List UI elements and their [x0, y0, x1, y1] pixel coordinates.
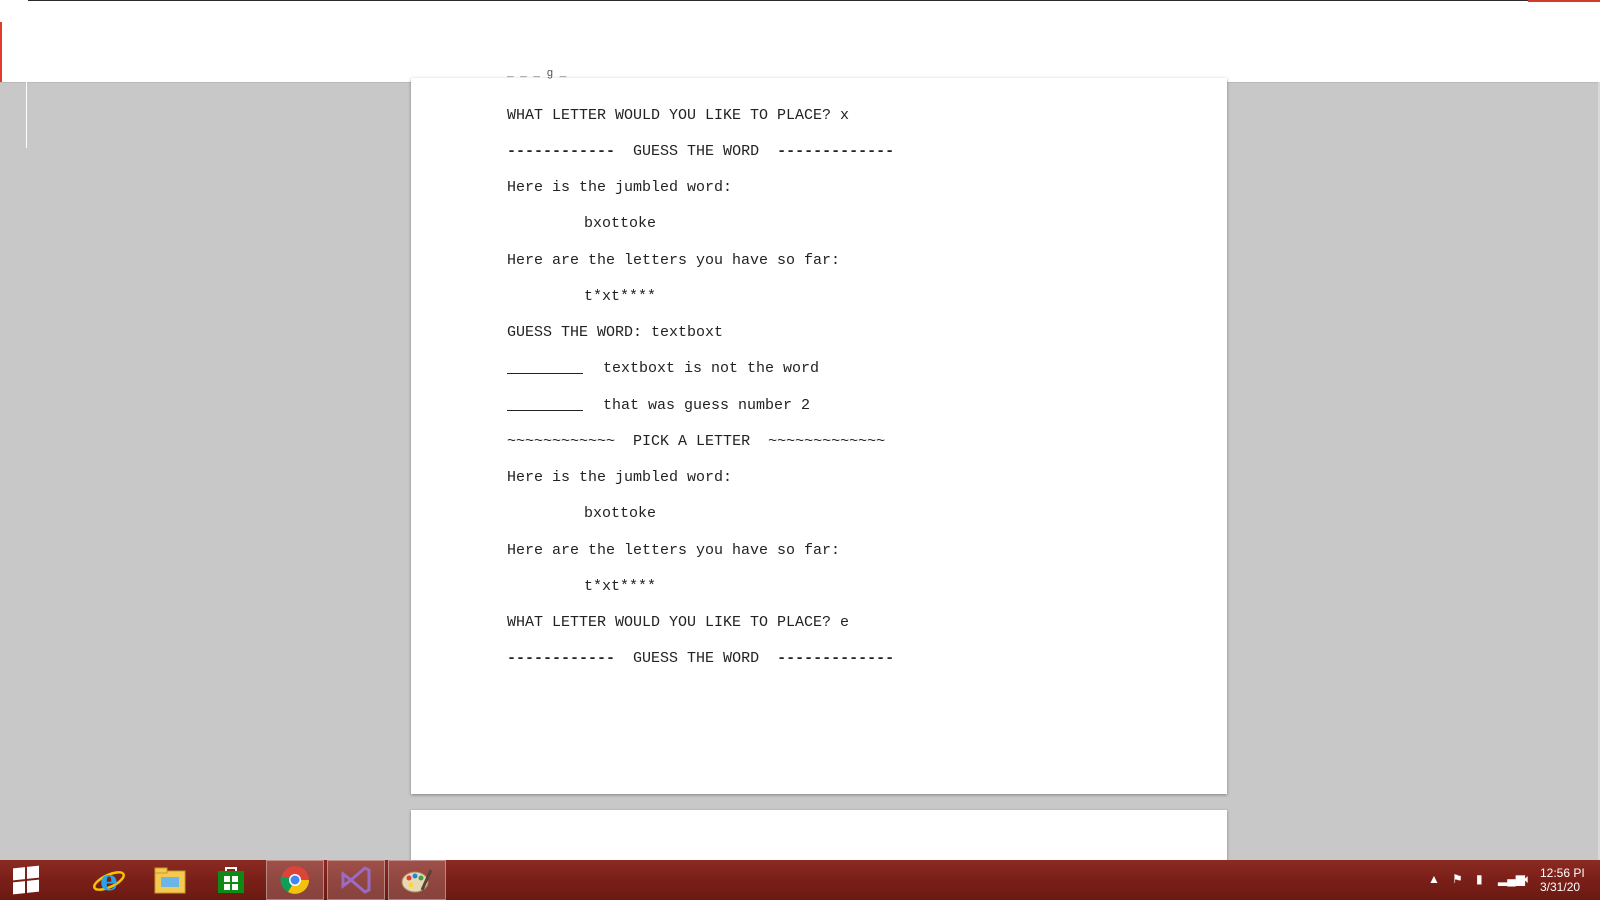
clock[interactable]: 12:56 PI 3/31/20	[1540, 866, 1600, 894]
windows-logo-icon	[13, 865, 39, 895]
internet-explorer-icon: e	[93, 864, 125, 897]
text-line: Here is the jumbled word:	[507, 469, 733, 486]
file-explorer-icon	[154, 867, 186, 894]
clock-date: 3/31/20	[1540, 880, 1581, 894]
text-line: Here are the letters you have so far:	[507, 542, 841, 559]
prompt-line: WHAT LETTER WOULD YOU LIKE TO PLACE? e	[507, 614, 850, 631]
document-page[interactable]: _ _ _ g _ WHAT LETTER WOULD YOU LIKE TO …	[411, 68, 1227, 794]
battery-icon[interactable]: ▮	[1476, 872, 1483, 886]
jumbled-word: bxottoke	[584, 505, 657, 522]
internet-explorer-button[interactable]: e	[80, 860, 138, 900]
jumbled-word: bxottoke	[584, 215, 657, 232]
document-page-next[interactable]	[411, 810, 1227, 862]
section-title: GUESS THE WORD	[633, 143, 760, 160]
text-line: Here is the jumbled word:	[507, 179, 733, 196]
tilde-left: ~~~~~~~~~~~~	[507, 433, 616, 450]
paint-icon	[401, 869, 433, 893]
app-top-bar	[0, 0, 1600, 83]
visual-studio-icon	[341, 866, 371, 894]
action-center-flag-icon[interactable]: ⚑	[1452, 872, 1463, 886]
partial-line: _ _ _ g _	[507, 68, 567, 80]
volume-icon[interactable]: 🔈︎	[1524, 872, 1531, 887]
tilde-right: ~~~~~~~~~~~~~	[768, 433, 886, 450]
side-divider	[26, 82, 27, 148]
chrome-icon	[280, 866, 309, 894]
section-header: ------------ GUESS THE WORD ------------…	[507, 142, 894, 162]
store-button[interactable]	[202, 860, 260, 900]
dash-right: -------------	[777, 650, 895, 667]
result-line: that was guess number 2	[507, 396, 810, 416]
network-signal-icon[interactable]: ▂▄▆	[1498, 872, 1525, 886]
section-header: ~~~~~~~~~~~~ PICK A LETTER ~~~~~~~~~~~~~	[507, 432, 885, 452]
store-icon	[218, 867, 244, 893]
underline-blank	[507, 396, 583, 411]
show-hidden-icons-icon[interactable]: ▲	[1428, 872, 1440, 886]
system-tray: ▲ ⚑ ▮ ▂▄▆ 🔈︎ 12:56 PI 3/31/20	[1380, 860, 1600, 900]
guess-line: GUESS THE WORD: textboxt	[507, 324, 724, 341]
section-title: GUESS THE WORD	[633, 650, 760, 667]
result-line: textboxt is not the word	[507, 359, 819, 379]
section-header: ------------ GUESS THE WORD ------------…	[507, 649, 894, 669]
visual-studio-button[interactable]	[327, 860, 385, 900]
red-top-accent	[1528, 0, 1600, 2]
result-text: that was guess number 2	[603, 397, 811, 414]
section-title: PICK A LETTER	[633, 433, 751, 450]
top-border-line	[28, 0, 1600, 1]
paint-button[interactable]	[388, 860, 446, 900]
underline-blank	[507, 359, 583, 374]
text-line: Here are the letters you have so far:	[507, 252, 841, 269]
prompt-line: WHAT LETTER WOULD YOU LIKE TO PLACE? x	[507, 107, 850, 124]
taskbar: e ▲ ⚑ ▮ ▂▄▆ 🔈︎ 12:56 PI 3/31/20	[0, 860, 1600, 900]
progress-word: t*xt****	[584, 578, 657, 595]
svg-text:e: e	[100, 864, 118, 897]
dash-left: ------------	[507, 143, 616, 160]
progress-word: t*xt****	[584, 288, 657, 305]
clock-time: 12:56 PI	[1540, 866, 1585, 880]
file-explorer-button[interactable]	[141, 860, 199, 900]
chrome-button[interactable]	[266, 860, 324, 900]
result-text: textboxt is not the word	[603, 360, 820, 377]
red-edge-accent	[0, 22, 2, 82]
dash-right: -------------	[777, 143, 895, 160]
dash-left: ------------	[507, 650, 616, 667]
start-button[interactable]	[0, 860, 52, 900]
